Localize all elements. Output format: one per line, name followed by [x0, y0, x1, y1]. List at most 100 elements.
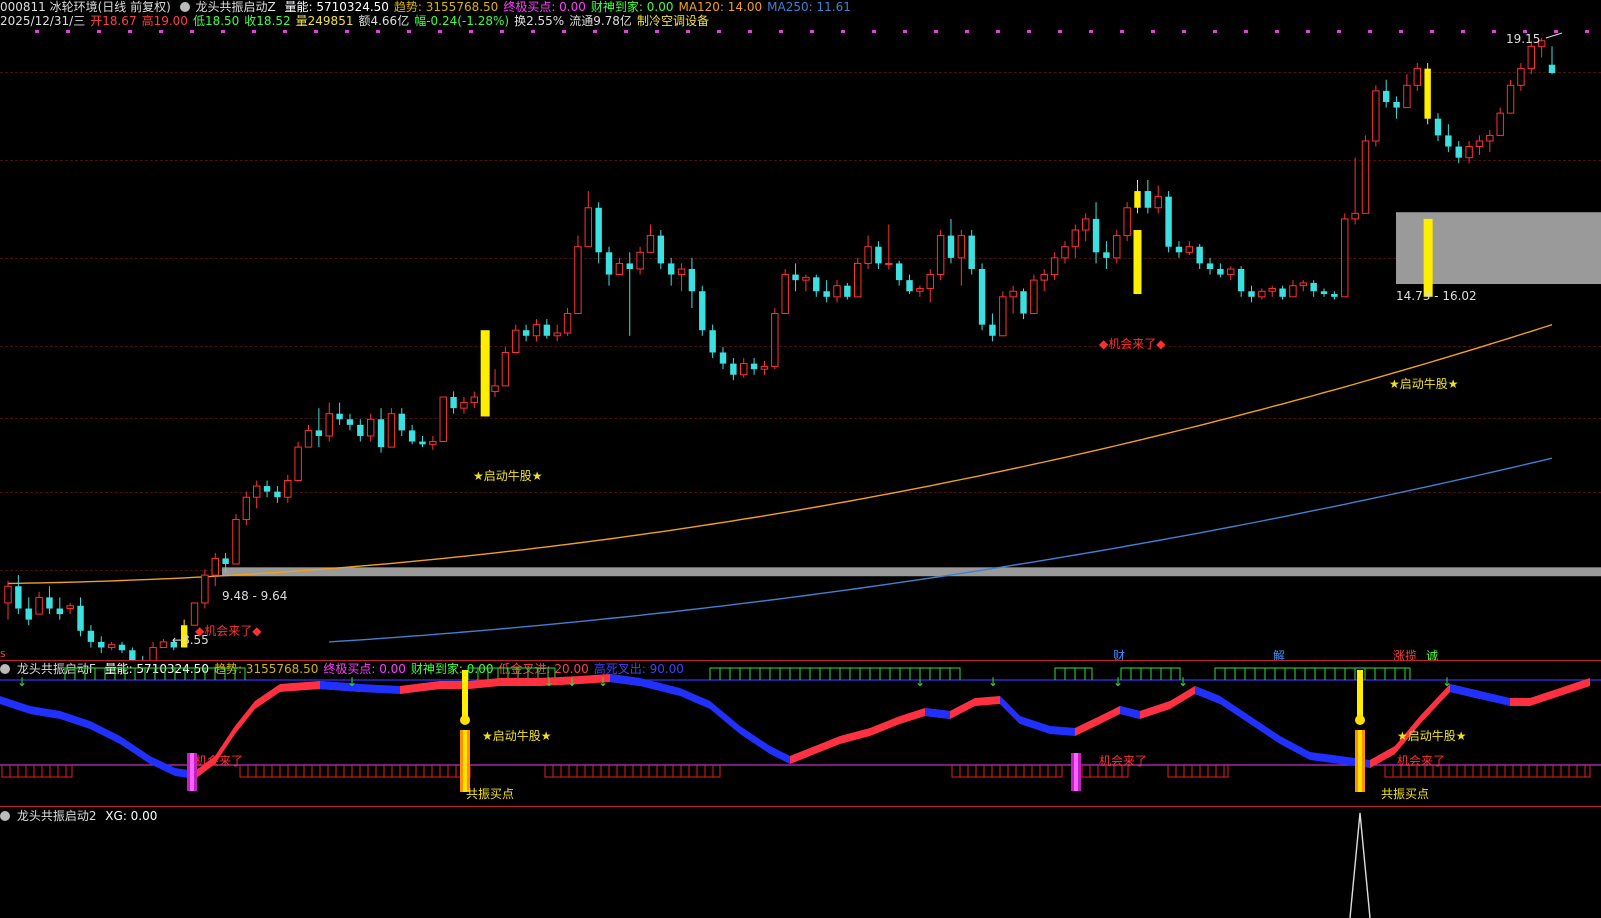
candle-body	[989, 324, 996, 336]
candle-body	[532, 324, 541, 337]
candle-body	[1351, 212, 1359, 220]
candle-body	[885, 262, 893, 265]
buy-signal-column-core	[1358, 730, 1362, 792]
candle-body	[792, 274, 799, 281]
down-arrow-icon: ↓	[1113, 675, 1123, 689]
candle-body	[252, 485, 261, 498]
candle-body	[1393, 102, 1400, 108]
candle-body	[15, 586, 22, 609]
candle-body	[1185, 246, 1194, 253]
sub1-start-1: ★启动牛股★	[482, 729, 552, 743]
osc-band	[0, 696, 215, 779]
candle-body	[1175, 246, 1183, 253]
candle-body	[926, 274, 934, 289]
candle-body	[501, 351, 510, 387]
candle-body	[1258, 290, 1266, 298]
candle-body	[1123, 207, 1131, 237]
marker-dot	[66, 30, 70, 33]
candle-body	[1455, 146, 1462, 158]
candle-body	[1040, 274, 1048, 281]
marker-dot	[128, 30, 132, 33]
chance-column-core	[1074, 753, 1078, 791]
candle-body	[553, 332, 561, 337]
buy-signal-column-top	[1357, 670, 1363, 720]
candle-body	[159, 641, 168, 648]
down-arrow-icon: ↓	[598, 675, 608, 689]
sub1-chance-1: 机会来了	[195, 754, 244, 768]
candle-body	[1009, 290, 1017, 298]
candle-body	[688, 268, 696, 292]
candle-body	[274, 491, 281, 498]
candle-body	[284, 480, 292, 498]
marker-dot	[1089, 30, 1093, 33]
candle-body	[677, 268, 686, 276]
smile-icon	[1355, 715, 1365, 725]
candle-body	[1279, 288, 1286, 297]
candle-body	[201, 574, 209, 604]
candle-body	[429, 441, 437, 445]
marker-dot	[779, 30, 783, 33]
candle-body	[750, 363, 758, 370]
candle-body	[895, 263, 903, 281]
pane-separator-2[interactable]	[0, 806, 1601, 807]
marker-dot	[1461, 30, 1465, 33]
sub1-start-2: ★启动牛股★	[1397, 729, 1467, 743]
marker-dot	[624, 30, 628, 33]
candle-body	[1081, 218, 1090, 231]
candle-body	[699, 291, 706, 331]
osc-band	[1510, 678, 1590, 706]
candle-body	[709, 330, 716, 353]
marker-dot	[1368, 30, 1372, 33]
signal-chart[interactable]	[0, 808, 1601, 918]
candle-body	[522, 330, 530, 336]
candle-body	[387, 413, 396, 448]
candle-body	[98, 641, 105, 648]
marker-dot	[345, 30, 349, 33]
marker-dot	[1585, 30, 1589, 33]
candle-body	[1382, 90, 1390, 103]
red-zone	[1, 765, 73, 778]
candle-body	[854, 262, 862, 298]
candle-body	[1268, 287, 1276, 292]
candle-body	[1217, 268, 1224, 275]
candle-body	[1403, 84, 1411, 109]
oscillator-chart[interactable]: ↓ ↓ ↓ ↓ ↓ ↓ ↓ ↓ ↓ ↓	[0, 660, 1601, 806]
marker-dot	[655, 30, 659, 33]
candle-body	[304, 429, 313, 448]
candle-body	[1372, 90, 1380, 142]
candle-body	[657, 235, 665, 264]
candle-body	[232, 518, 240, 565]
candle-body	[1413, 68, 1422, 86]
candle-body	[844, 285, 851, 297]
signal-start-2: ★启动牛股★	[1389, 377, 1459, 391]
candle-body	[377, 419, 385, 448]
marker-dot	[221, 30, 225, 33]
candle-body	[263, 486, 271, 492]
marker-dot	[252, 30, 256, 33]
marker-dot	[190, 30, 194, 33]
down-arrow-icon: ↓	[1442, 675, 1452, 689]
price-chart[interactable]	[0, 0, 1601, 660]
candle-body	[1092, 218, 1100, 253]
marker-dot	[1120, 30, 1124, 33]
candle-body	[1320, 291, 1328, 295]
candle-body	[1154, 196, 1162, 209]
candle-body	[491, 385, 499, 392]
marker-dot	[1027, 30, 1031, 33]
down-arrow-icon: ↓	[915, 675, 925, 689]
candle-body	[1341, 218, 1349, 298]
candle-body	[574, 246, 582, 315]
high-price-label: 19.15	[1506, 32, 1541, 46]
candle-body	[1289, 285, 1297, 298]
candle-body	[936, 235, 945, 276]
candle-body	[543, 324, 551, 336]
marker-dot	[562, 30, 566, 33]
candle-body	[906, 280, 913, 292]
candle-body	[149, 646, 157, 660]
candle-body	[1496, 112, 1504, 136]
marker-dot	[159, 30, 163, 33]
candle-body	[1103, 252, 1110, 258]
candle-body	[107, 644, 116, 648]
candle-body	[87, 630, 95, 642]
candle-body	[77, 605, 84, 631]
